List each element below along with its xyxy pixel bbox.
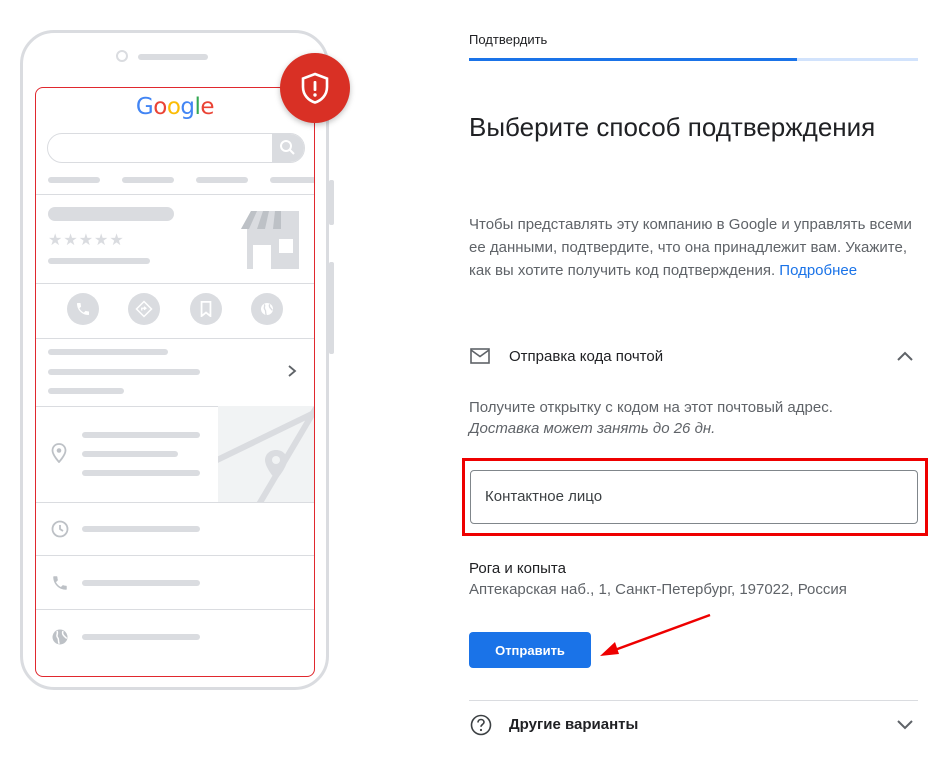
chevron-up-icon[interactable] (896, 349, 914, 367)
other-options-label: Другие варианты (509, 716, 639, 733)
other-options-header[interactable]: Другие варианты (469, 708, 918, 742)
progress-fill (469, 58, 797, 61)
phone-screen: Google ★★★★★ (35, 87, 315, 677)
search-icon (272, 134, 304, 162)
globe-icon (51, 628, 69, 651)
phone-speaker (138, 54, 208, 60)
phone-side-button (329, 262, 334, 354)
progress-step-label: Подтвердить (469, 32, 548, 47)
page-title: Выберите способ подтверждения (469, 112, 876, 142)
globe-icon (251, 293, 283, 325)
mail-icon (470, 348, 490, 369)
contact-name-field[interactable]: Контактное лицо (470, 470, 918, 524)
mail-info: Получите открытку с кодом на этот почтов… (469, 397, 919, 439)
google-logo: Google (135, 94, 215, 120)
map-thumbnail (218, 406, 314, 502)
store-icon (239, 209, 301, 274)
divider (469, 700, 918, 701)
clock-icon (51, 520, 69, 543)
bookmark-icon (190, 293, 222, 325)
pointer-arrow (596, 612, 716, 667)
star-rating-icon: ★★★★★ (48, 230, 125, 249)
search-bar-illustration (47, 133, 305, 163)
business-address: Аптекарская наб., 1, Санкт-Петербург, 19… (469, 581, 847, 598)
mail-option-header[interactable]: Отправка кода почтой (469, 340, 918, 374)
business-name: Рога и копыта (469, 560, 566, 577)
phone-side-button (329, 180, 334, 225)
directions-icon (128, 293, 160, 325)
phone-camera (116, 50, 128, 62)
mail-option-label: Отправка кода почтой (509, 348, 664, 365)
learn-more-link[interactable]: Подробнее (779, 262, 857, 279)
delivery-note: Доставка может занять до 26 дн. (469, 420, 716, 437)
shield-alert-icon (280, 53, 350, 123)
phone-icon (67, 293, 99, 325)
chevron-down-icon[interactable] (896, 718, 914, 736)
description: Чтобы представлять эту компанию в Google… (469, 213, 919, 282)
send-button[interactable]: Отправить (469, 632, 591, 668)
chevron-right-icon (286, 364, 298, 383)
phone-icon (51, 574, 69, 597)
help-icon (470, 714, 492, 741)
location-pin-icon (51, 443, 67, 468)
mail-info-text: Получите открытку с кодом на этот почтов… (469, 399, 833, 416)
